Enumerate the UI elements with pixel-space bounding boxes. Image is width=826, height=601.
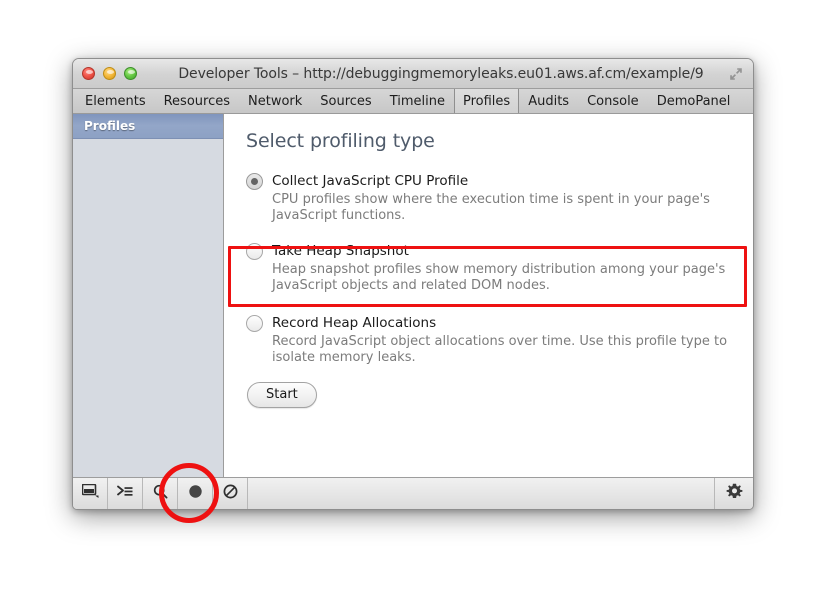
radio-take-heap-snapshot[interactable] [246, 243, 263, 260]
window-titlebar[interactable]: Developer Tools – http://debuggingmemory… [73, 59, 753, 89]
profiling-option-heap-allocations[interactable]: Record Heap Allocations Record JavaScrip… [246, 314, 753, 366]
tab-network[interactable]: Network [239, 89, 311, 113]
tab-sources[interactable]: Sources [311, 89, 380, 113]
tab-profiles[interactable]: Profiles [454, 89, 519, 113]
magnifier-icon [153, 484, 168, 504]
dock-toggle-button[interactable] [73, 478, 108, 509]
expand-arrows-icon[interactable] [729, 67, 743, 81]
option-description-cpu: CPU profiles show where the execution ti… [272, 192, 742, 224]
option-description-heap-allocations: Record JavaScript object allocations ove… [272, 334, 742, 366]
page-title: Select profiling type [246, 130, 753, 152]
devtools-window: Developer Tools – http://debuggingmemory… [72, 58, 754, 510]
profiling-option-cpu[interactable]: Collect JavaScript CPU Profile CPU profi… [246, 172, 753, 224]
window-title: Developer Tools – http://debuggingmemory… [73, 59, 753, 89]
option-description-heap-snapshot: Heap snapshot profiles show memory distr… [272, 262, 742, 294]
tab-elements[interactable]: Elements [76, 89, 155, 113]
start-button[interactable]: Start [247, 382, 317, 408]
tab-console[interactable]: Console [578, 89, 648, 113]
option-header: Record Heap Allocations [246, 314, 753, 332]
option-label-heap-allocations: Record Heap Allocations [272, 314, 436, 332]
console-drawer-button[interactable] [108, 478, 143, 509]
gear-icon [726, 483, 743, 505]
no-entry-icon [223, 484, 238, 504]
record-dot-icon [188, 484, 203, 504]
dock-window-icon [82, 484, 99, 503]
tab-timeline[interactable]: Timeline [381, 89, 454, 113]
clear-button[interactable] [213, 478, 248, 509]
option-label-heap-snapshot: Take Heap Snapshot [272, 242, 409, 260]
devtools-bottom-toolbar [73, 477, 753, 509]
profiling-option-heap-snapshot[interactable]: Take Heap Snapshot Heap snapshot profile… [246, 242, 753, 294]
devtools-tabbar: Elements Resources Network Sources Timel… [73, 89, 753, 114]
search-button[interactable] [143, 478, 178, 509]
console-prompt-icon [117, 485, 133, 503]
radio-record-heap-allocations[interactable] [246, 315, 263, 332]
option-header: Collect JavaScript CPU Profile [246, 172, 753, 190]
profiles-sidebar: Profiles [73, 114, 224, 477]
settings-button[interactable] [715, 478, 753, 509]
screenshot-stage: Developer Tools – http://debuggingmemory… [0, 0, 826, 601]
tab-resources[interactable]: Resources [155, 89, 239, 113]
sidebar-item-profiles[interactable]: Profiles [73, 114, 223, 139]
tab-demopanel[interactable]: DemoPanel [648, 89, 740, 113]
option-label-cpu: Collect JavaScript CPU Profile [272, 172, 468, 190]
record-button[interactable] [178, 478, 213, 509]
tab-audits[interactable]: Audits [519, 89, 578, 113]
profiling-type-panel: Select profiling type Collect JavaScript… [224, 114, 753, 477]
toolbar-spacer [248, 478, 715, 509]
devtools-body: Profiles Select profiling type Collect J… [73, 114, 753, 477]
radio-collect-cpu-profile[interactable] [246, 173, 263, 190]
option-header: Take Heap Snapshot [246, 242, 753, 260]
